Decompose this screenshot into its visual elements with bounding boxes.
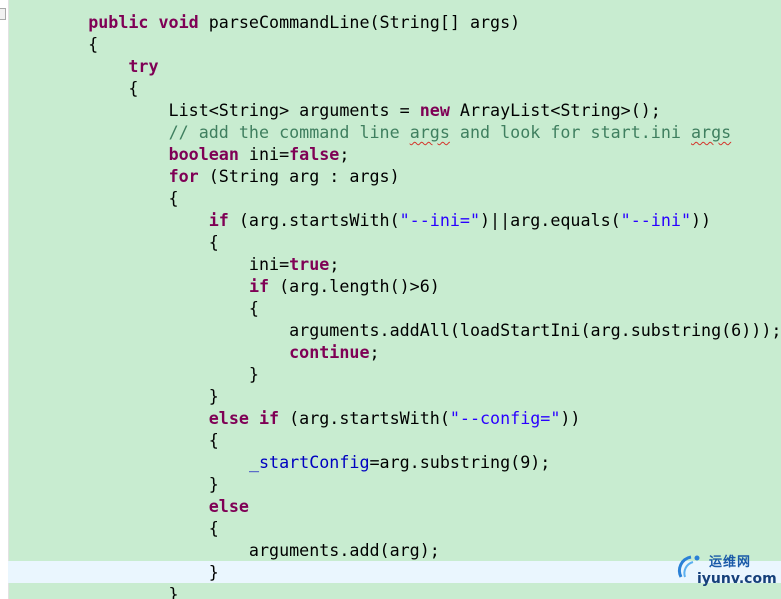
code-line[interactable]: arguments.addAll(loadStartIni(arg.substr… [8,319,781,341]
code-token: } [48,584,179,599]
code-token: )) [691,210,712,230]
code-token: args [409,122,450,142]
code-token: false [289,144,340,164]
code-editor[interactable]: public void parseCommandLine(String[] ar… [0,0,781,599]
code-line[interactable]: { [8,77,781,99]
code-token: )) [560,408,581,428]
code-line[interactable]: if (arg.startsWith("--ini=")||arg.equals… [8,209,781,231]
code-line[interactable]: ini=true; [8,253,781,275]
code-token: else [208,408,249,428]
code-token: if [248,276,270,296]
watermark-domain: iyunv.com [697,571,777,587]
watermark-brand: 运维网 [709,555,752,570]
code-line[interactable]: { [8,33,781,55]
code-token: { [48,34,99,54]
code-token: { [48,430,219,450]
code-line[interactable]: continue; [8,341,781,363]
code-line[interactable]: boolean ini=false; [8,143,781,165]
code-token: public [88,12,149,32]
code-line[interactable]: for (String arg : args) [8,165,781,187]
code-token: } [48,474,219,494]
code-token: continue [289,342,370,362]
code-line[interactable]: } [8,473,781,495]
code-token: { [48,188,179,208]
code-line[interactable]: { [8,297,781,319]
code-token: "--ini" [620,210,691,230]
code-token: arguments.addAll(loadStartIni(arg.substr… [48,320,781,340]
code-line[interactable]: _startConfig=arg.substring(9); [8,451,781,473]
code-token: } [48,364,259,384]
code-token: (arg.startsWith( [228,210,400,230]
code-token: { [48,78,139,98]
watermark: 运维网 iyunv.com [675,547,777,593]
code-token: ArrayList<String>(); [449,100,661,120]
code-token: } [48,562,219,582]
code-token: arguments.add(arg); [48,540,440,560]
code-token: ini= [48,254,290,274]
code-token: List<String> arguments = [48,100,420,120]
code-token: ; [329,254,340,274]
code-token: =arg.substring(9); [369,452,551,472]
code-token: ini= [238,144,290,164]
code-line[interactable]: public void parseCommandLine(String[] ar… [8,11,781,33]
code-line[interactable]: } [8,363,781,385]
code-line[interactable]: try [8,55,781,77]
code-token: (arg.startsWith( [279,408,450,428]
code-token: // add the command line [168,122,410,142]
code-line[interactable]: { [8,231,781,253]
code-line[interactable]: else [8,495,781,517]
code-line[interactable]: { [8,517,781,539]
code-token: parseCommandLine(String[] args) [198,12,521,32]
code-token: "--ini=" [399,210,481,230]
code-token: "--config=" [449,408,561,428]
code-line[interactable]: else if (arg.startsWith("--config=")) [8,407,781,429]
code-line[interactable]: } [8,561,781,583]
code-token: boolean [168,144,239,164]
code-token: } [48,386,219,406]
code-line[interactable]: if (arg.length()>6) [8,275,781,297]
code-token: { [48,518,219,538]
code-line[interactable]: // add the command line args and look fo… [8,121,781,143]
code-token: for [168,166,199,186]
code-token: ; [369,342,380,362]
code-token: )||arg.equals( [480,210,621,230]
code-line[interactable]: List<String> arguments = new ArrayList<S… [8,99,781,121]
code-line[interactable]: arguments.add(arg); [8,539,781,561]
fold-marker-icon[interactable] [0,8,6,20]
code-token: (arg.length()>6) [269,276,440,296]
code-token: void [158,12,199,32]
code-token: and look for start.ini [449,122,691,142]
code-token: args [691,122,732,142]
code-token: new [419,100,450,120]
code-line[interactable]: { [8,187,781,209]
code-line[interactable]: { [8,429,781,451]
code-token: (String arg : args) [198,166,400,186]
code-token: try [128,56,159,76]
code-line[interactable]: } [8,385,781,407]
code-token: { [48,298,259,318]
code-token: else [208,496,249,516]
code-line[interactable]: } [8,583,781,599]
code-token: if [208,210,229,230]
code-token: ; [339,144,350,164]
code-token: if [258,408,280,428]
code-token: { [48,232,219,252]
code-token: true [289,254,330,274]
code-token: _startConfig [248,452,370,472]
